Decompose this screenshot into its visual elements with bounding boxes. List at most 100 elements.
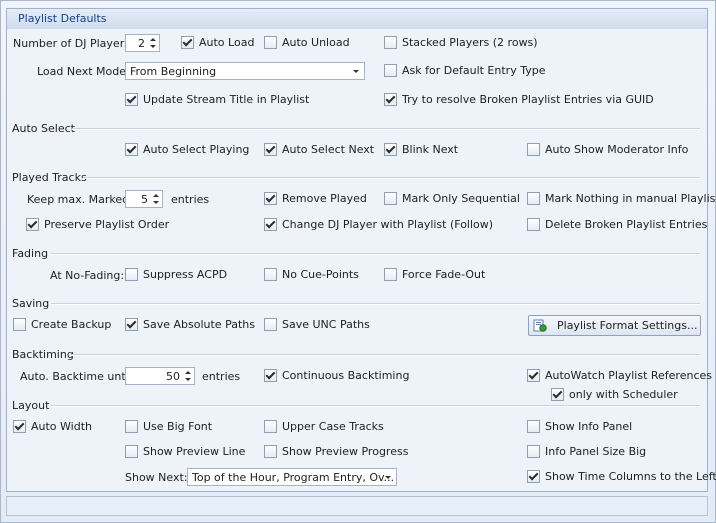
spin-arrows-icon[interactable] [148,36,158,50]
checkbox-box[interactable] [13,318,26,331]
show-info-panel-checkbox[interactable]: Show Info Panel [527,420,632,433]
checkbox-box[interactable] [384,36,397,49]
save-absolute-paths-checkbox[interactable]: Save Absolute Paths [125,318,255,331]
only-with-scheduler-checkbox[interactable]: only with Scheduler [551,388,678,401]
change-dj-player-checkbox[interactable]: Change DJ Player with Playlist (Follow) [264,218,493,231]
show-preview-progress-label: Show Preview Progress [282,445,409,458]
checkbox-box[interactable] [527,445,540,458]
checkbox-box[interactable] [384,93,397,106]
auto-select-playing-checkbox[interactable]: Auto Select Playing [125,143,249,156]
auto-backtime-value: 50 [166,370,180,383]
checkbox-box[interactable] [527,420,540,433]
show-preview-line-checkbox[interactable]: Show Preview Line [125,445,245,458]
upper-case-tracks-label: Upper Case Tracks [282,420,384,433]
no-cue-points-checkbox[interactable]: No Cue-Points [264,268,359,281]
checkbox-box[interactable] [384,268,397,281]
time-columns-left-checkbox[interactable]: Show Time Columns to the Left [527,470,716,483]
checkbox-box[interactable] [26,218,39,231]
checkbox-box[interactable] [13,420,26,433]
checkbox-box[interactable] [527,470,540,483]
autowatch-label: AutoWatch Playlist References [545,369,712,382]
info-panel-size-big-checkbox[interactable]: Info Panel Size Big [527,445,646,458]
save-unc-paths-checkbox[interactable]: Save UNC Paths [264,318,370,331]
spin-arrows-icon[interactable] [151,192,161,206]
mark-nothing-manual-checkbox[interactable]: Mark Nothing in manual Playlists [527,192,716,205]
mark-only-sequential-checkbox[interactable]: Mark Only Sequential [384,192,520,205]
group-title-bar: Playlist Defaults [6,8,708,30]
auto-select-next-checkbox[interactable]: Auto Select Next [264,143,374,156]
update-stream-title-checkbox[interactable]: Update Stream Title in Playlist [125,93,309,106]
checkbox-box[interactable] [125,445,138,458]
chevron-down-icon[interactable] [385,476,391,479]
checkbox-box[interactable] [125,318,138,331]
dj-players-label: Number of DJ Players: [13,37,134,50]
checkbox-box[interactable] [527,218,540,231]
checkbox-box[interactable] [125,143,138,156]
played-tracks-header: Played Tracks [12,171,87,184]
auto-select-header: Auto Select [12,122,75,135]
ask-default-entry-checkbox[interactable]: Ask for Default Entry Type [384,64,545,77]
remove-played-label: Remove Played [282,192,367,205]
resolve-broken-label: Try to resolve Broken Playlist Entries v… [402,93,654,106]
checkbox-box[interactable] [181,36,194,49]
keep-max-marked-value: 5 [141,193,148,206]
chevron-down-icon[interactable] [353,70,359,73]
checkbox-box[interactable] [527,369,540,382]
auto-width-label: Auto Width [31,420,92,433]
update-stream-title-label: Update Stream Title in Playlist [143,93,310,106]
stacked-players-checkbox[interactable]: Stacked Players (2 rows) [384,36,538,49]
checkbox-box[interactable] [384,192,397,205]
auto-backtime-stepper[interactable]: 50 [125,367,195,385]
info-panel-size-big-label: Info Panel Size Big [545,445,647,458]
ask-default-entry-label: Ask for Default Entry Type [402,64,546,77]
checkbox-box[interactable] [264,36,277,49]
checkbox-box[interactable] [527,192,540,205]
checkbox-box[interactable] [264,268,277,281]
use-big-font-checkbox[interactable]: Use Big Font [125,420,212,433]
auto-width-checkbox[interactable]: Auto Width [13,420,92,433]
resolve-broken-checkbox[interactable]: Try to resolve Broken Playlist Entries v… [384,93,654,106]
autowatch-checkbox[interactable]: AutoWatch Playlist References [527,369,712,382]
load-next-mode-dropdown[interactable]: From Beginning [125,62,365,80]
show-preview-line-label: Show Preview Line [143,445,246,458]
create-backup-checkbox[interactable]: Create Backup [13,318,111,331]
fading-header: Fading [12,247,49,260]
saving-header: Saving [12,297,50,310]
auto-unload-checkbox[interactable]: Auto Unload [264,36,350,49]
blink-next-checkbox[interactable]: Blink Next [384,143,458,156]
checkbox-box[interactable] [264,143,277,156]
checkbox-box[interactable] [551,388,564,401]
remove-played-checkbox[interactable]: Remove Played [264,192,367,205]
checkbox-box[interactable] [264,420,277,433]
dj-players-stepper[interactable]: 2 [125,34,160,52]
use-big-font-label: Use Big Font [143,420,213,433]
keep-max-marked-stepper[interactable]: 5 [125,190,163,208]
preserve-playlist-order-checkbox[interactable]: Preserve Playlist Order [26,218,169,231]
checkbox-box[interactable] [264,318,277,331]
spin-arrows-icon[interactable] [183,369,193,383]
show-next-dropdown[interactable]: Top of the Hour, Program Entry, Ov... [187,468,397,486]
checkbox-box[interactable] [125,93,138,106]
force-fade-out-checkbox[interactable]: Force Fade-Out [384,268,485,281]
auto-select-playing-label: Auto Select Playing [143,143,250,156]
checkbox-box[interactable] [384,143,397,156]
load-next-mode-label: Load Next Mode: [37,65,130,78]
auto-show-moderator-checkbox[interactable]: Auto Show Moderator Info [527,143,688,156]
checkbox-box[interactable] [527,143,540,156]
checkbox-box[interactable] [264,445,277,458]
upper-case-tracks-checkbox[interactable]: Upper Case Tracks [264,420,384,433]
delete-broken-checkbox[interactable]: Delete Broken Playlist Entries [527,218,707,231]
auto-show-moderator-label: Auto Show Moderator Info [545,143,689,156]
suppress-acpd-checkbox[interactable]: Suppress ACPD [125,268,227,281]
checkbox-box[interactable] [125,268,138,281]
show-preview-progress-checkbox[interactable]: Show Preview Progress [264,445,408,458]
checkbox-box[interactable] [264,369,277,382]
checkbox-box[interactable] [125,420,138,433]
checkbox-box[interactable] [264,192,277,205]
checkbox-box[interactable] [264,218,277,231]
auto-load-checkbox[interactable]: Auto Load [181,36,254,49]
continuous-backtiming-checkbox[interactable]: Continuous Backtiming [264,369,409,382]
checkbox-box[interactable] [384,64,397,77]
blink-next-label: Blink Next [402,143,459,156]
playlist-format-settings-button[interactable]: Playlist Format Settings... [528,315,701,336]
